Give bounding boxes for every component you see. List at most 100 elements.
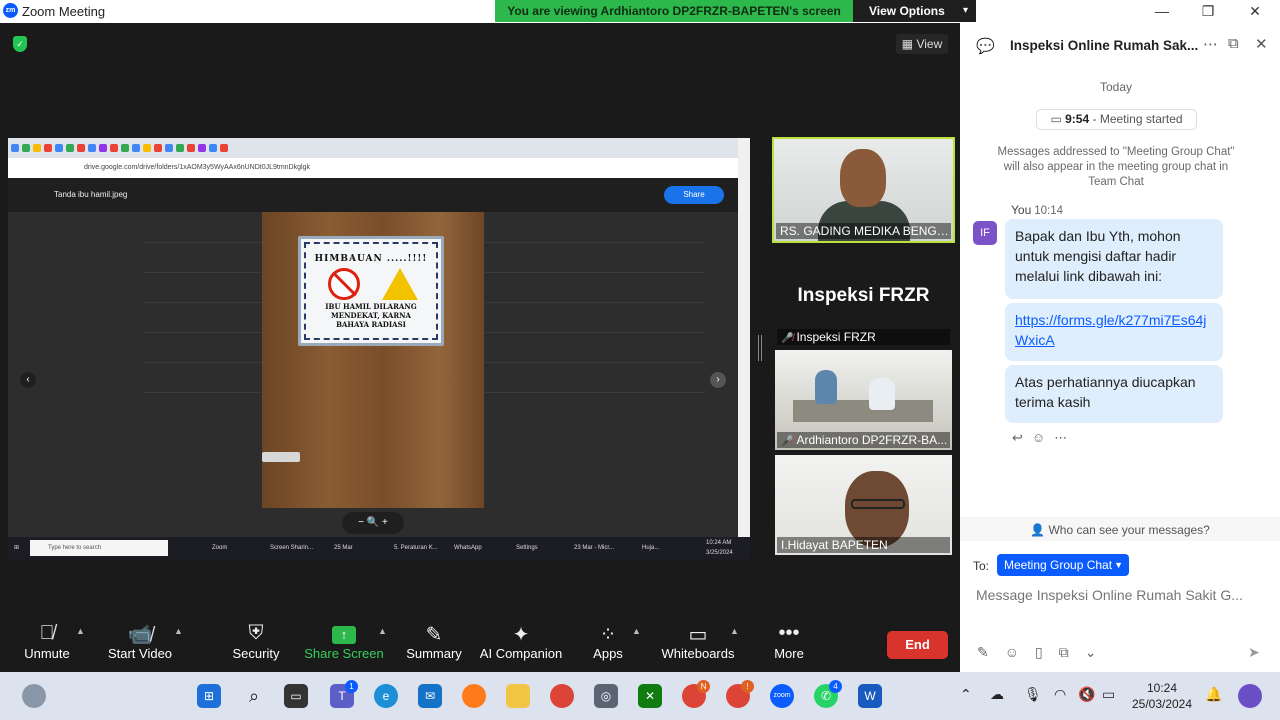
wifi-icon[interactable]: ◠ [1054, 686, 1066, 703]
shared-clock-date: 3/25/2024 [706, 550, 733, 556]
shared-screen[interactable]: drive.google.com/drive/folders/1xAOM3y5W… [8, 138, 750, 559]
forms-link[interactable]: https://forms.gle/k277mi7Es64jWxicA [1015, 312, 1206, 348]
resize-handle[interactable] [758, 335, 762, 361]
participant-display-name: Inspeksi FRZR [797, 285, 930, 306]
pop-out-icon[interactable]: ⧉ [1228, 35, 1239, 52]
chevron-up-icon[interactable]: ⌃ [960, 686, 972, 703]
chevron-up-icon[interactable]: ▲ [174, 626, 183, 636]
recipient-label: To: [973, 559, 990, 573]
share-screen-icon: ↑ [304, 612, 384, 646]
close-icon[interactable]: ✕ [1255, 35, 1268, 53]
share-screen-button[interactable]: ↑ Share Screen ▲ [304, 612, 387, 672]
chevron-up-icon[interactable]: ▲ [730, 626, 739, 636]
sign-line: BAHAYA RADIASI [336, 320, 406, 329]
participant-tile[interactable]: RS. GADING MEDIKA BENGK... [772, 137, 955, 243]
participant-tile[interactable]: I.Hidayat BAPETEN [775, 455, 952, 555]
ai-companion-button[interactable]: ✦ AI Companion [478, 612, 564, 672]
weather-icon[interactable] [22, 684, 46, 708]
sender-name: You [1011, 203, 1032, 217]
participant-name-text: Ardhiantoro DP2FRZR-BA... [796, 433, 948, 447]
door-handle [262, 452, 300, 462]
message-actions: ↩ ☺ ⋯ [1012, 430, 1076, 446]
restore-button[interactable]: ❐ [1188, 2, 1228, 20]
chrome-icon[interactable] [550, 684, 574, 708]
shield-icon: ⛨ [248, 622, 264, 644]
recipient-dropdown[interactable]: Meeting Group Chat ▼ [997, 554, 1129, 576]
radiation-hazard-icon [382, 268, 418, 300]
participant-name-text: I.Hidayat BAPETEN [781, 538, 888, 552]
chrome-icon[interactable]: N [682, 680, 710, 708]
windows-start-icon[interactable]: ⊞ [197, 684, 221, 708]
file-explorer-icon[interactable] [506, 684, 530, 708]
start-video-button[interactable]: 📹̸ Start Video ▲ [104, 612, 183, 672]
reply-icon[interactable]: ↩ [1012, 430, 1023, 445]
close-button[interactable]: ✕ [1235, 2, 1275, 20]
chat-message[interactable]: Atas perhatiannya diucapkan terima kasih [1005, 365, 1223, 423]
volume-muted-icon[interactable]: 🔇 [1078, 686, 1095, 703]
emoji-react-icon[interactable]: ☺ [1032, 430, 1045, 445]
video-off-icon: 📹̸ [127, 624, 153, 646]
format-icon[interactable]: ✎ [977, 644, 989, 660]
word-icon[interactable]: W [858, 684, 882, 708]
tab-favicon-icon [154, 144, 162, 152]
screenshot-icon[interactable]: ⧉ [1059, 644, 1069, 660]
people-icon: 👤 [1030, 523, 1046, 537]
message-input[interactable] [976, 583, 1266, 607]
more-dots-icon[interactable]: ⋯ [1054, 430, 1067, 445]
teams-icon[interactable]: T1 [330, 680, 358, 708]
mail-icon[interactable]: ✉ [418, 684, 442, 708]
unmute-button[interactable]: 🎙̸ Unmute ▲ [18, 612, 85, 672]
task-view-icon[interactable]: ▭ [284, 684, 308, 708]
chat-title[interactable]: Inspeksi Online Rumah Sak... [1010, 38, 1200, 53]
chevron-up-icon[interactable]: ▲ [76, 626, 85, 636]
security-button[interactable]: ⛨ Security [226, 612, 286, 672]
chevron-down-icon: ▾ [962, 5, 968, 16]
participant-tile[interactable]: 🎤̸ Ardhiantoro DP2FRZR-BA... [775, 350, 952, 450]
xbox-icon[interactable]: ✕ [638, 684, 662, 708]
microphone-icon[interactable]: 🎙 [1024, 686, 1042, 703]
whatsapp-icon[interactable]: ✆ 4 [814, 680, 842, 708]
apps-button[interactable]: ⁘ Apps ▲ [588, 612, 641, 672]
copilot-icon[interactable] [1238, 684, 1262, 708]
meeting-started-text: - Meeting started [1092, 112, 1183, 126]
view-button[interactable]: ▦ View [896, 34, 948, 54]
firefox-icon[interactable] [462, 684, 486, 708]
tab-favicon-icon [11, 144, 19, 152]
more-button[interactable]: ••• More [768, 612, 810, 672]
chat-message[interactable]: Bapak dan Ibu Yth, mohon untuk mengisi d… [1005, 219, 1223, 299]
cloud-icon[interactable]: ☁ [990, 686, 1004, 703]
battery-icon[interactable]: ▭ [1102, 686, 1115, 703]
minimize-button[interactable]: — [1142, 2, 1182, 20]
edge-icon[interactable]: e [374, 684, 398, 708]
app-icon[interactable]: ◎ [594, 684, 618, 708]
tab-favicon-icon [143, 144, 151, 152]
zoom-icon[interactable]: zoom [770, 684, 794, 708]
participant-tile[interactable]: Inspeksi FRZR 🎤̸ Inspeksi FRZR [775, 249, 952, 347]
system-clock[interactable]: 10:24 25/03/2024 [1128, 680, 1196, 712]
view-options-button[interactable]: View Options ▾ [853, 0, 976, 22]
chevron-up-icon[interactable]: ▲ [632, 626, 641, 636]
whiteboards-button[interactable]: ▭ Whiteboards ▲ [658, 612, 739, 672]
share-banner: You are viewing Ardhiantoro DP2FRZR-BAPE… [495, 0, 853, 22]
file-icon[interactable]: ▯ [1035, 644, 1043, 660]
sign-line: IBU HAMIL DILARANG [325, 302, 417, 311]
shared-taskbar-item: 25 Mar [334, 545, 353, 551]
clock-date: 25/03/2024 [1131, 697, 1193, 711]
search-icon[interactable]: ⌕ [242, 684, 266, 708]
emoji-icon[interactable]: ☺ [1005, 644, 1019, 660]
chevron-down-icon[interactable]: ⌄ [1085, 644, 1097, 660]
summary-button[interactable]: ✎ Summary [402, 612, 466, 672]
tab-favicon-icon [22, 144, 30, 152]
who-can-see-link[interactable]: 👤 Who can see your messages? [960, 517, 1280, 541]
chrome-icon[interactable]: ! [726, 680, 754, 708]
chevron-up-icon[interactable]: ▲ [378, 626, 387, 636]
title-bar: zm Zoom Meeting You are viewing Ardhiant… [0, 0, 1280, 23]
chat-message[interactable]: https://forms.gle/k277mi7Es64jWxicA [1005, 303, 1223, 361]
security-shield-icon[interactable]: ✓ [13, 36, 27, 52]
participant-video [869, 378, 895, 410]
notification-bell-icon[interactable]: 🔔 [1205, 686, 1222, 703]
shared-taskbar-item: Settings [516, 545, 538, 551]
send-icon[interactable]: ➤ [1248, 644, 1260, 661]
end-meeting-button[interactable]: End [887, 631, 948, 659]
more-options-icon[interactable]: ⋯ [1203, 35, 1218, 53]
